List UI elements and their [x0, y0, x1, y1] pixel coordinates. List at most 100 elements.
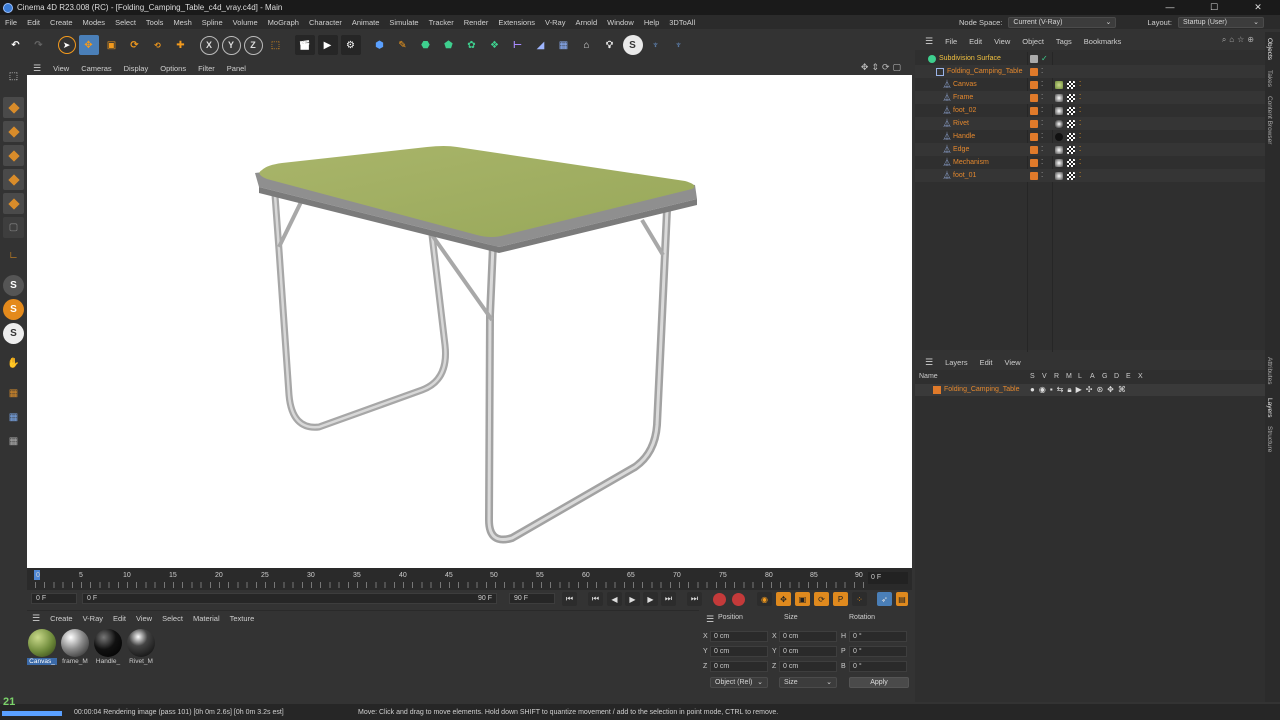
python-button-1[interactable]: ♆ — [646, 35, 666, 55]
visibility-dots-icon[interactable]: ⁚ — [1041, 172, 1049, 180]
previous-key-button[interactable]: ⏮ — [588, 592, 603, 606]
phong-tag-icon[interactable]: ⁚ — [1079, 107, 1087, 115]
objects-menu-tags[interactable]: Tags — [1050, 37, 1078, 46]
material-menu-material[interactable]: Material — [188, 614, 225, 623]
menu-spline[interactable]: Spline — [197, 18, 228, 27]
rotation-h-field[interactable]: 0 ° — [849, 631, 907, 642]
layer-row[interactable]: Folding_Camping_Table ●◉▪⇆🔒︎▶✣⊛✥⌘ — [915, 384, 1265, 396]
visibility-dots-icon[interactable]: ⁚ — [1041, 133, 1049, 141]
material-menu-vray[interactable]: V-Ray — [78, 614, 108, 623]
uvw-tag-icon[interactable] — [1067, 145, 1075, 154]
previous-frame-button[interactable]: ◀ — [607, 592, 622, 606]
layer-toggle-icons[interactable]: ●◉▪⇆🔒︎▶✣⊛✥⌘ — [1030, 385, 1130, 395]
checkbox-icon[interactable] — [1030, 54, 1038, 63]
preview-range-slider[interactable]: 0 F 90 F — [82, 593, 497, 604]
timeline-settings-button[interactable]: ▤ — [896, 592, 908, 606]
coord-mode-dropdown[interactable]: Object (Rel) ⌄ — [710, 677, 768, 688]
layer-color-swatch[interactable] — [933, 386, 941, 394]
position-z-field[interactable]: 0 cm — [710, 661, 768, 672]
visibility-dots-icon[interactable]: ⁚ — [1041, 146, 1049, 154]
object-row-subdivision[interactable]: Subdivision Surface ✓ — [915, 52, 1265, 65]
end-frame-field[interactable]: 90 F — [509, 593, 555, 604]
tab-structure[interactable]: Structure — [1266, 426, 1273, 452]
objects-menu-file[interactable]: File — [939, 37, 963, 46]
viewport-menu-filter[interactable]: Filter — [192, 64, 221, 73]
object-row-handle[interactable]: ⏅ Handle ⁚ ⁚ — [915, 130, 1265, 143]
objects-hamburger-icon[interactable]: ☰ — [919, 36, 939, 47]
layers-hamburger-icon[interactable]: ☰ — [919, 357, 939, 368]
edge-mode-button[interactable] — [3, 169, 24, 190]
add-pen-button[interactable]: ✎ — [393, 35, 413, 55]
snap-button[interactable]: S — [3, 275, 24, 296]
add-field-button[interactable]: ◢ — [531, 35, 551, 55]
add-floor-button[interactable]: ▦ — [554, 35, 574, 55]
check-icon[interactable]: ✓ — [1041, 54, 1049, 63]
phong-tag-icon[interactable]: ⁚ — [1079, 133, 1087, 141]
phong-tag-icon[interactable]: ⁚ — [1079, 94, 1087, 102]
vray-snap-button[interactable]: S — [3, 323, 24, 344]
viewport-3d[interactable] — [27, 75, 912, 568]
texture-mode-button[interactable] — [3, 121, 24, 142]
layer-color-tag[interactable] — [1030, 80, 1038, 89]
key-scale-button[interactable]: ▣ — [795, 592, 810, 606]
material-tag-icon[interactable] — [1055, 132, 1063, 141]
key-position-button[interactable]: ✥ — [776, 592, 791, 606]
object-row-foot01[interactable]: ⏅ foot_01 ⁚ ⁚ — [915, 169, 1265, 182]
viewport-menu-options[interactable]: Options — [154, 64, 192, 73]
create-tool-button[interactable]: ✚ — [171, 35, 191, 55]
render-region-button[interactable]: 🎬︎ — [294, 35, 315, 55]
timeline-ruler[interactable]: 0 5 10 15 20 25 30 35 40 45 50 55 60 65 … — [27, 568, 912, 590]
menu-modes[interactable]: Modes — [78, 18, 111, 27]
key-rotation-button[interactable]: ⟳ — [814, 592, 829, 606]
menu-render[interactable]: Render — [459, 18, 494, 27]
menu-animate[interactable]: Animate — [347, 18, 385, 27]
position-y-field[interactable]: 0 cm — [710, 646, 768, 657]
coordinate-system-button[interactable]: ⬚ — [266, 35, 286, 55]
size-z-field[interactable]: 0 cm — [779, 661, 837, 672]
add-light-button[interactable]: 💡︎ — [600, 35, 620, 55]
uv-mode-button[interactable]: ▢ — [3, 217, 24, 238]
keyframe-selection-button[interactable]: ◉ — [757, 592, 772, 606]
tab-objects[interactable]: Objects — [1266, 38, 1273, 60]
material-tag-icon[interactable] — [1055, 106, 1063, 115]
tab-takes[interactable]: Takes — [1266, 70, 1273, 87]
menu-volume[interactable]: Volume — [228, 18, 263, 27]
point-mode-button[interactable] — [3, 145, 24, 166]
menu-character[interactable]: Character — [304, 18, 347, 27]
add-mograph-button[interactable]: ❖ — [485, 35, 505, 55]
add-camera-button[interactable]: ⌂ — [577, 35, 597, 55]
polygon-mode-button[interactable] — [3, 193, 24, 214]
record-button[interactable] — [713, 593, 726, 606]
menu-tracker[interactable]: Tracker — [424, 18, 459, 27]
visibility-dots-icon[interactable]: ⁚ — [1041, 159, 1049, 167]
menu-help[interactable]: Help — [639, 18, 664, 27]
tab-layers[interactable]: Layers — [1266, 398, 1273, 418]
menu-window[interactable]: Window — [602, 18, 639, 27]
layout-dropdown[interactable]: Startup (User) ⌄ — [1178, 16, 1264, 28]
workplane-lock-button[interactable]: ▦ — [3, 431, 24, 452]
material-menu-edit[interactable]: Edit — [108, 614, 131, 623]
menu-tools[interactable]: Tools — [141, 18, 169, 27]
z-axis-lock-button[interactable]: Z — [243, 35, 263, 55]
layer-color-tag[interactable] — [1030, 171, 1038, 180]
axis-mode-button[interactable]: ∟ — [3, 245, 24, 266]
current-frame-field[interactable]: 0 F — [868, 572, 908, 584]
layer-color-tag[interactable] — [1030, 145, 1038, 154]
menu-3dtoall[interactable]: 3DToAll — [664, 18, 700, 27]
next-key-button[interactable]: ⏭ — [661, 592, 676, 606]
go-to-start-button[interactable]: ⏮ — [562, 592, 577, 606]
object-row-edge[interactable]: ⏅ Edge ⁚ ⁚ — [915, 143, 1265, 156]
y-axis-lock-button[interactable]: Y — [221, 35, 241, 55]
make-editable-button[interactable]: ⬚ — [3, 66, 24, 87]
material-tag-icon[interactable] — [1055, 93, 1063, 102]
menu-edit[interactable]: Edit — [22, 18, 45, 27]
uvw-tag-icon[interactable] — [1067, 106, 1075, 115]
layer-color-tag[interactable] — [1030, 119, 1038, 128]
next-frame-button[interactable]: ▶ — [643, 592, 658, 606]
phong-tag-icon[interactable]: ⁚ — [1079, 81, 1087, 89]
layer-color-tag[interactable] — [1030, 93, 1038, 102]
uvw-tag-icon[interactable] — [1067, 158, 1075, 167]
material-menu-select[interactable]: Select — [157, 614, 188, 623]
visibility-dots-icon[interactable]: ⁚ — [1041, 94, 1049, 102]
objects-menu-view[interactable]: View — [988, 37, 1016, 46]
